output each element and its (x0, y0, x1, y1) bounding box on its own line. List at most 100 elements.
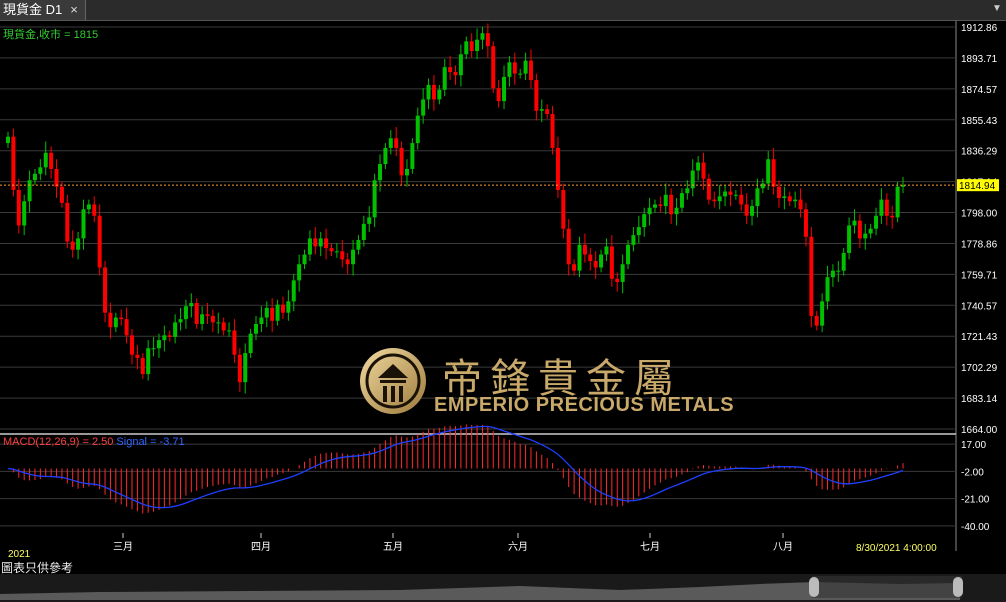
candle-body (442, 67, 447, 90)
candle-body (183, 306, 188, 320)
candle-body (890, 215, 895, 218)
candle-body (108, 312, 113, 328)
y-tick-label: 1836.29 (961, 147, 998, 158)
navigator-scrollbar[interactable] (0, 574, 1006, 602)
candle-body (70, 241, 75, 250)
candle-body (545, 109, 550, 115)
y-tick-label: 1664.00 (961, 425, 998, 436)
candle-body (32, 173, 37, 181)
candle-body (750, 206, 755, 216)
candle-body (448, 67, 453, 73)
candle-body (739, 194, 744, 205)
candle-body (793, 199, 798, 202)
candle-body (518, 73, 523, 75)
chevron-down-icon[interactable]: ▼ (990, 2, 1004, 16)
candle-body (227, 330, 232, 332)
candle-body (480, 33, 485, 40)
y-tick-label: 1721.43 (961, 332, 998, 343)
candle-body (620, 264, 625, 283)
candle-body (162, 335, 167, 341)
candle-body (173, 322, 178, 337)
candle-body (539, 109, 544, 111)
x-axis-label: 六月 (508, 541, 528, 553)
candle-body (696, 162, 701, 171)
candle-body (852, 220, 857, 226)
candle-body (507, 62, 512, 77)
candle-body (135, 354, 140, 358)
candle-body (555, 147, 560, 190)
tab-gold-d1[interactable]: 現貨金 D1 × (0, 0, 86, 20)
candle-body (16, 189, 21, 226)
candle-body (863, 233, 868, 239)
scrollbar-window[interactable] (812, 576, 962, 598)
candle-body (426, 84, 431, 100)
candle-body (351, 249, 356, 265)
candle-body (113, 317, 118, 328)
candle-body (841, 252, 846, 271)
candle-body (776, 186, 781, 199)
candle-body (733, 194, 738, 196)
candle-body (286, 301, 291, 313)
candle-body (49, 152, 54, 169)
candle-body (830, 270, 835, 278)
candle-body (572, 264, 577, 271)
candle-body (431, 84, 436, 100)
price-legend: 現貨金,收市 = 1815 (3, 27, 98, 41)
candle-body (264, 307, 269, 318)
candle-body (237, 354, 242, 383)
candle-body (706, 178, 711, 200)
candle-body (534, 80, 539, 111)
candle-body (65, 202, 70, 242)
candle-body (103, 267, 108, 313)
candle-body (307, 238, 312, 255)
candle-body (884, 199, 889, 216)
close-icon[interactable]: × (66, 0, 82, 20)
logo-text-english: EMPERIO PRECIOUS METALS (434, 394, 735, 416)
candle-body (291, 280, 296, 302)
candle-body (588, 254, 593, 262)
candle-body (119, 317, 124, 320)
candle-body (723, 191, 728, 197)
candle-body (674, 207, 679, 215)
candle-body (259, 317, 264, 325)
price-chart[interactable]: 1912.861893.711874.571855.431836.291817.… (0, 21, 1006, 573)
candle-body (636, 227, 641, 236)
candle-body (275, 304, 280, 321)
candle-body (86, 204, 91, 210)
candle-body (496, 88, 501, 102)
candle-body (820, 301, 825, 326)
candle-body (54, 168, 59, 187)
tab-title: 現貨金 D1 (3, 2, 63, 17)
candle-body (394, 138, 399, 148)
scrollbar-right-handle[interactable] (953, 577, 963, 597)
candle-body (232, 330, 237, 355)
y-tick-label: 1759.71 (961, 270, 998, 281)
candle-body (814, 315, 819, 326)
candle-body (151, 348, 156, 350)
candle-body (771, 159, 776, 187)
macd-tick-label: 17.00 (961, 440, 986, 451)
y-tick-label: 1855.43 (961, 116, 998, 127)
candle-body (340, 251, 345, 260)
candle-body (210, 315, 215, 323)
candle-body (712, 199, 717, 202)
candle-body (642, 214, 647, 228)
candle-body (92, 204, 97, 216)
candle-body (615, 278, 620, 283)
y-tick-label: 1893.71 (961, 54, 998, 65)
candle-body (156, 340, 161, 349)
candle-body (270, 307, 275, 321)
candle-body (27, 180, 32, 202)
candle-body (361, 223, 366, 241)
candle-body (388, 138, 393, 148)
macd-tick-label: -40.00 (961, 522, 990, 533)
scrollbar-left-handle[interactable] (809, 577, 819, 597)
macd-tick-label: -2.00 (961, 467, 984, 478)
candle-body (302, 254, 307, 265)
candle-body (787, 196, 792, 202)
candle-body (744, 204, 749, 216)
candle-body (809, 236, 814, 316)
candle-body (561, 189, 566, 229)
candle-body (43, 152, 48, 168)
candle-body (604, 246, 609, 255)
